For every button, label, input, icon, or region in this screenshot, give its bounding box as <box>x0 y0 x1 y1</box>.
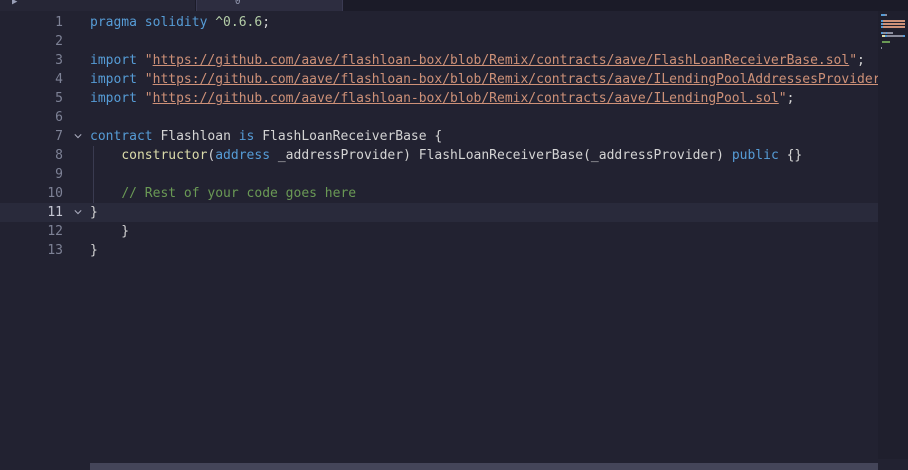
code-token: // Rest of your code goes here <box>121 186 357 201</box>
code-token: address <box>215 148 271 163</box>
line-number: 4 <box>55 72 63 87</box>
code-line[interactable]: } <box>90 241 878 260</box>
gutter-row: 2 <box>0 32 90 51</box>
code-token: import <box>90 91 145 106</box>
code-line[interactable]: contract Flashloan is FlashLoanReceiverB… <box>90 127 878 146</box>
code-token: } <box>90 243 98 258</box>
minimap-token <box>885 14 887 16</box>
code-token: https://github.com/aave/flashloan-box/bl… <box>152 91 779 106</box>
code-token: " <box>144 72 153 87</box>
minimap-token <box>882 41 890 43</box>
line-number: 12 <box>47 224 63 239</box>
minimap[interactable] <box>878 11 908 459</box>
code-token: https://github.com/aave/flashloan-box/bl… <box>152 72 878 87</box>
line-number: 7 <box>55 129 63 144</box>
gutter-row: 12 <box>0 222 90 241</box>
fold-chevron-icon[interactable] <box>74 133 82 139</box>
line-number: 8 <box>55 148 63 163</box>
minimap-token <box>881 47 882 49</box>
line-number: 1 <box>55 15 63 30</box>
code-token: Flashloan <box>160 129 239 144</box>
minimap-token <box>887 35 903 37</box>
code-token: " <box>144 53 153 68</box>
code-token: } <box>90 205 98 220</box>
code-line[interactable]: } <box>90 222 878 241</box>
code-token: import <box>90 53 145 68</box>
code-line[interactable]: } <box>90 203 878 222</box>
minimap-token <box>903 35 905 37</box>
code-token: public <box>731 148 779 163</box>
editor-tab-bar: ▶ 0 <box>0 0 908 11</box>
code-token: " <box>849 53 858 68</box>
code-token: " <box>778 91 787 106</box>
fold-chevron-icon[interactable] <box>74 209 82 215</box>
line-number: 11 <box>47 205 63 220</box>
code-token: contract <box>90 129 161 144</box>
horizontal-scrollbar-thumb[interactable] <box>90 463 878 470</box>
gutter-row: 9 <box>0 165 90 184</box>
play-icon[interactable]: ▶ <box>12 0 17 7</box>
file-icon: 0 <box>235 0 241 7</box>
indent-guide <box>93 146 94 203</box>
line-number: 9 <box>55 167 63 182</box>
code-token: FlashLoanReceiverBase { <box>262 129 443 144</box>
code-token: } <box>90 224 130 239</box>
code-line[interactable]: pragma solidity ^0.6.6; <box>90 13 878 32</box>
minimap-token <box>883 23 905 25</box>
horizontal-scrollbar[interactable] <box>90 463 878 470</box>
code-line[interactable]: import "https://github.com/aave/flashloa… <box>90 70 878 89</box>
code-token: https://github.com/aave/flashloan-box/bl… <box>152 53 850 68</box>
line-number: 6 <box>55 110 63 125</box>
tab-active-file[interactable]: 0 <box>196 0 343 11</box>
gutter-row: 13 <box>0 241 90 260</box>
code-token: pragma solidity <box>90 15 216 30</box>
minimap-token <box>883 26 905 28</box>
code-token: " <box>144 91 153 106</box>
code-line[interactable] <box>90 165 878 184</box>
code-token: ; <box>786 91 795 106</box>
code-token: _addressProvider) FlashLoanReceiverBase(… <box>270 148 732 163</box>
code-token: constructor <box>121 148 208 163</box>
line-number: 5 <box>55 91 63 106</box>
code-token: is <box>238 129 263 144</box>
line-number: 13 <box>47 243 63 258</box>
gutter-row: 5 <box>0 89 90 108</box>
code-line[interactable]: constructor(address _addressProvider) Fl… <box>90 146 878 165</box>
code-editor[interactable]: pragma solidity ^0.6.6; import "https://g… <box>90 11 878 459</box>
gutter-row: 7 <box>0 127 90 146</box>
code-token: import <box>90 72 145 87</box>
line-number: 2 <box>55 34 63 49</box>
line-number: 3 <box>55 53 63 68</box>
minimap-token <box>883 20 905 22</box>
gutter-row: 10 <box>0 184 90 203</box>
line-number-gutter: 1 2 3 4 5 6 7 8 9 10 11 12 13 <box>0 11 90 459</box>
gutter-row: 8 <box>0 146 90 165</box>
code-line[interactable] <box>90 32 878 51</box>
code-line[interactable]: import "https://github.com/aave/flashloa… <box>90 89 878 108</box>
code-token: ^0.6.6 <box>215 15 263 30</box>
code-line[interactable] <box>90 108 878 127</box>
gutter-row: 6 <box>0 108 90 127</box>
gutter-row: 3 <box>0 51 90 70</box>
tab-previous-file[interactable]: ▶ <box>0 0 195 11</box>
code-token: ; <box>262 15 271 30</box>
code-token: {} <box>778 148 803 163</box>
gutter-row: 4 <box>0 70 90 89</box>
minimap-token <box>887 32 893 34</box>
line-number: 10 <box>47 186 63 201</box>
gutter-row: 11 <box>0 203 90 222</box>
code-line[interactable]: import "https://github.com/aave/flashloa… <box>90 51 878 70</box>
code-token: ; <box>857 53 865 68</box>
gutter-row: 1 <box>0 13 90 32</box>
code-line[interactable]: // Rest of your code goes here <box>90 184 878 203</box>
